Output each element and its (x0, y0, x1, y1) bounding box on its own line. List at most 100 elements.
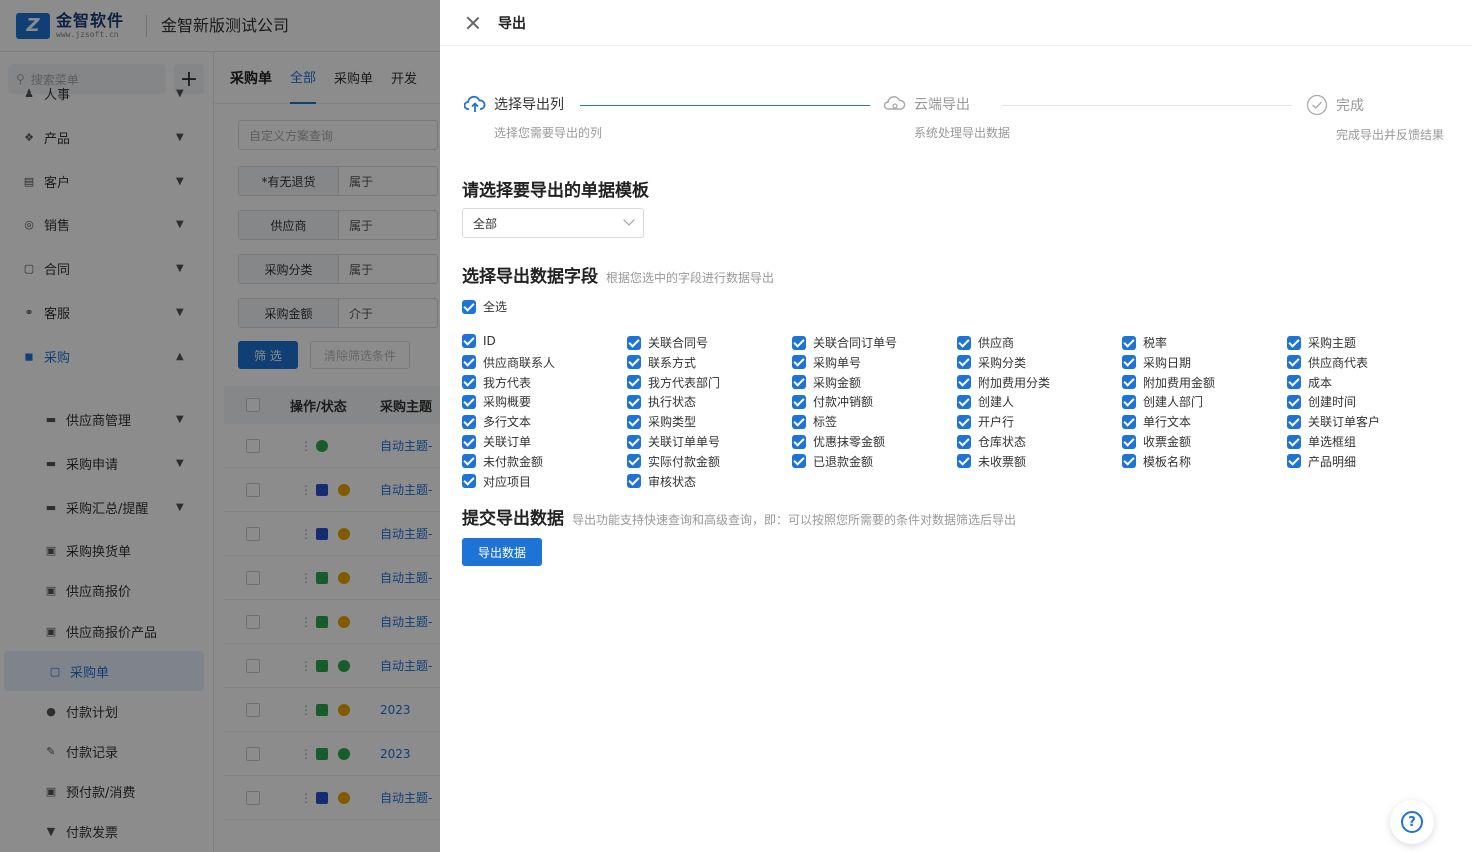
field-checkbox[interactable]: 仓库状态 (957, 433, 1026, 450)
field-checkbox[interactable]: 创建人部门 (1122, 393, 1203, 410)
field-label: 创建人部门 (1143, 395, 1204, 410)
checkbox-checked-icon (957, 375, 971, 390)
field-checkbox[interactable]: 附加费用金额 (1122, 374, 1215, 391)
field-checkbox[interactable]: 采购单号 (792, 354, 861, 371)
field-checkbox[interactable]: 开户行 (957, 413, 1014, 430)
field-checkbox[interactable]: 供应商代表 (1287, 354, 1368, 371)
submit-section-title: 提交导出数据 导出功能支持快速查询和高级查询，即：可以按照您所需要的条件对数据筛… (462, 509, 1017, 529)
field-checkbox[interactable]: 实际付款金额 (627, 453, 720, 470)
field-label: 我方代表部门 (648, 375, 721, 390)
field-label: 税率 (1143, 336, 1168, 350)
checkbox-checked-icon (792, 335, 806, 350)
field-label: 附加费用分类 (978, 375, 1051, 390)
checkbox-checked-icon (957, 414, 971, 429)
checkbox-checked-icon (627, 375, 641, 390)
drawer-title: 导出 (498, 15, 526, 32)
checkbox-checked-icon (1122, 375, 1136, 390)
checkbox-checked-icon (792, 394, 806, 409)
checkbox-checked-icon (627, 474, 641, 489)
field-checkbox[interactable]: 标签 (792, 413, 837, 430)
drawer-header: 导出 (440, 0, 1472, 46)
field-label: 采购单号 (813, 355, 862, 370)
close-icon[interactable] (466, 16, 480, 30)
field-checkbox[interactable]: 关联合同订单号 (792, 334, 897, 351)
checkbox-checked-icon (627, 335, 641, 350)
field-checkbox[interactable]: 关联订单客户 (1287, 413, 1380, 430)
field-label: 关联合同订单号 (813, 336, 898, 350)
step-desc: 完成导出并反馈结果 (1336, 128, 1445, 142)
field-label: 我方代表 (483, 375, 532, 390)
field-checkbox[interactable]: 我方代表 (462, 374, 531, 391)
field-checkbox[interactable]: 采购主题 (1287, 334, 1356, 351)
field-checkbox[interactable]: 单行文本 (1122, 413, 1191, 430)
field-checkbox[interactable]: 采购概要 (462, 393, 531, 410)
field-checkbox[interactable]: 执行状态 (627, 393, 696, 410)
field-checkbox[interactable]: 优惠抹零金额 (792, 433, 885, 450)
field-checkbox[interactable]: 我方代表部门 (627, 374, 720, 391)
field-checkbox[interactable]: 关联合同号 (627, 334, 708, 351)
field-checkbox[interactable]: 多行文本 (462, 413, 531, 430)
checkbox-checked-icon (1122, 335, 1136, 350)
checkbox-checked-icon (1287, 394, 1301, 409)
field-label: 标签 (813, 415, 838, 430)
field-checkbox[interactable]: 税率 (1122, 334, 1167, 351)
step-select-columns: 选择导出列 选择您需要导出的列 (464, 94, 602, 141)
field-checkbox[interactable]: 创建人 (957, 393, 1014, 410)
step-done: 完成 完成导出并反馈结果 (1306, 94, 1444, 143)
checkbox-checked-icon (1287, 355, 1301, 370)
export-data-button[interactable]: 导出数据 (462, 538, 542, 566)
select-all-checkbox[interactable]: 全选 (462, 298, 507, 315)
checkbox-checked-icon (957, 394, 971, 409)
field-checkbox[interactable]: 未付款金额 (462, 453, 543, 470)
help-button[interactable]: ? (1390, 800, 1434, 844)
field-checkbox[interactable]: 单选框组 (1287, 433, 1356, 450)
field-checkbox[interactable]: 联系方式 (627, 354, 696, 371)
field-checkbox[interactable]: 审核状态 (627, 473, 696, 490)
field-checkbox[interactable]: 创建时间 (1287, 393, 1356, 410)
export-steps: 选择导出列 选择您需要导出的列 云端导出 系统处理导出数据 完成 完成导出并反馈… (464, 94, 1454, 144)
checkbox-checked-icon (462, 375, 476, 390)
field-checkbox[interactable]: 收票金额 (1122, 433, 1191, 450)
field-label: 创建时间 (1308, 395, 1357, 410)
field-label: 供应商 (978, 336, 1015, 350)
fields-hint: 根据您选中的字段进行数据导出 (606, 271, 775, 285)
field-checkbox[interactable]: 已退款金额 (792, 453, 873, 470)
field-checkbox[interactable]: 关联订单 (462, 433, 531, 450)
export-drawer: 导出 选择导出列 选择您需要导出的列 云端导出 系统处理导出数据 完成 完成导出… (440, 0, 1472, 852)
field-checkbox[interactable]: 产品明细 (1287, 453, 1356, 470)
checkbox-checked-icon (792, 355, 806, 370)
field-checkbox[interactable]: 未收票额 (957, 453, 1026, 470)
field-label: 采购日期 (1143, 355, 1192, 370)
checkbox-checked-icon (792, 375, 806, 390)
field-checkbox[interactable]: 模板名称 (1122, 453, 1191, 470)
field-label: 已退款金额 (813, 454, 874, 469)
field-checkbox[interactable]: 采购类型 (627, 413, 696, 430)
field-checkbox[interactable]: 关联订单单号 (627, 433, 720, 450)
field-checkbox[interactable]: 对应项目 (462, 473, 531, 490)
checkbox-checked-icon (957, 355, 971, 370)
checkbox-checked-icon (462, 454, 476, 469)
step-desc: 选择您需要导出的列 (494, 126, 603, 140)
cloud-upload-icon (464, 95, 486, 112)
field-label: 未付款金额 (483, 454, 544, 469)
question-icon: ? (1401, 811, 1423, 833)
field-checkbox[interactable]: 采购日期 (1122, 354, 1191, 371)
check-circle-icon (1306, 94, 1328, 116)
field-checkbox[interactable]: 附加费用分类 (957, 374, 1050, 391)
field-label: 单行文本 (1143, 415, 1192, 430)
checkbox-checked-icon (627, 434, 641, 449)
field-label: 采购主题 (1308, 336, 1357, 350)
field-checkbox[interactable]: 供应商联系人 (462, 354, 555, 371)
field-checkbox[interactable]: 采购分类 (957, 354, 1026, 371)
field-label: 关联合同号 (648, 336, 709, 350)
field-checkbox[interactable]: 成本 (1287, 374, 1332, 391)
template-select[interactable]: 全部 (462, 208, 644, 238)
field-checkbox[interactable]: 付款冲销额 (792, 393, 873, 410)
field-label: 收票金额 (1143, 435, 1192, 449)
checkbox-checked-icon (462, 434, 476, 449)
field-label: 未收票额 (978, 454, 1027, 469)
field-checkbox[interactable]: ID (462, 334, 496, 348)
field-label: 供应商代表 (1308, 355, 1369, 370)
field-checkbox[interactable]: 采购金额 (792, 374, 861, 391)
field-checkbox[interactable]: 供应商 (957, 334, 1014, 351)
